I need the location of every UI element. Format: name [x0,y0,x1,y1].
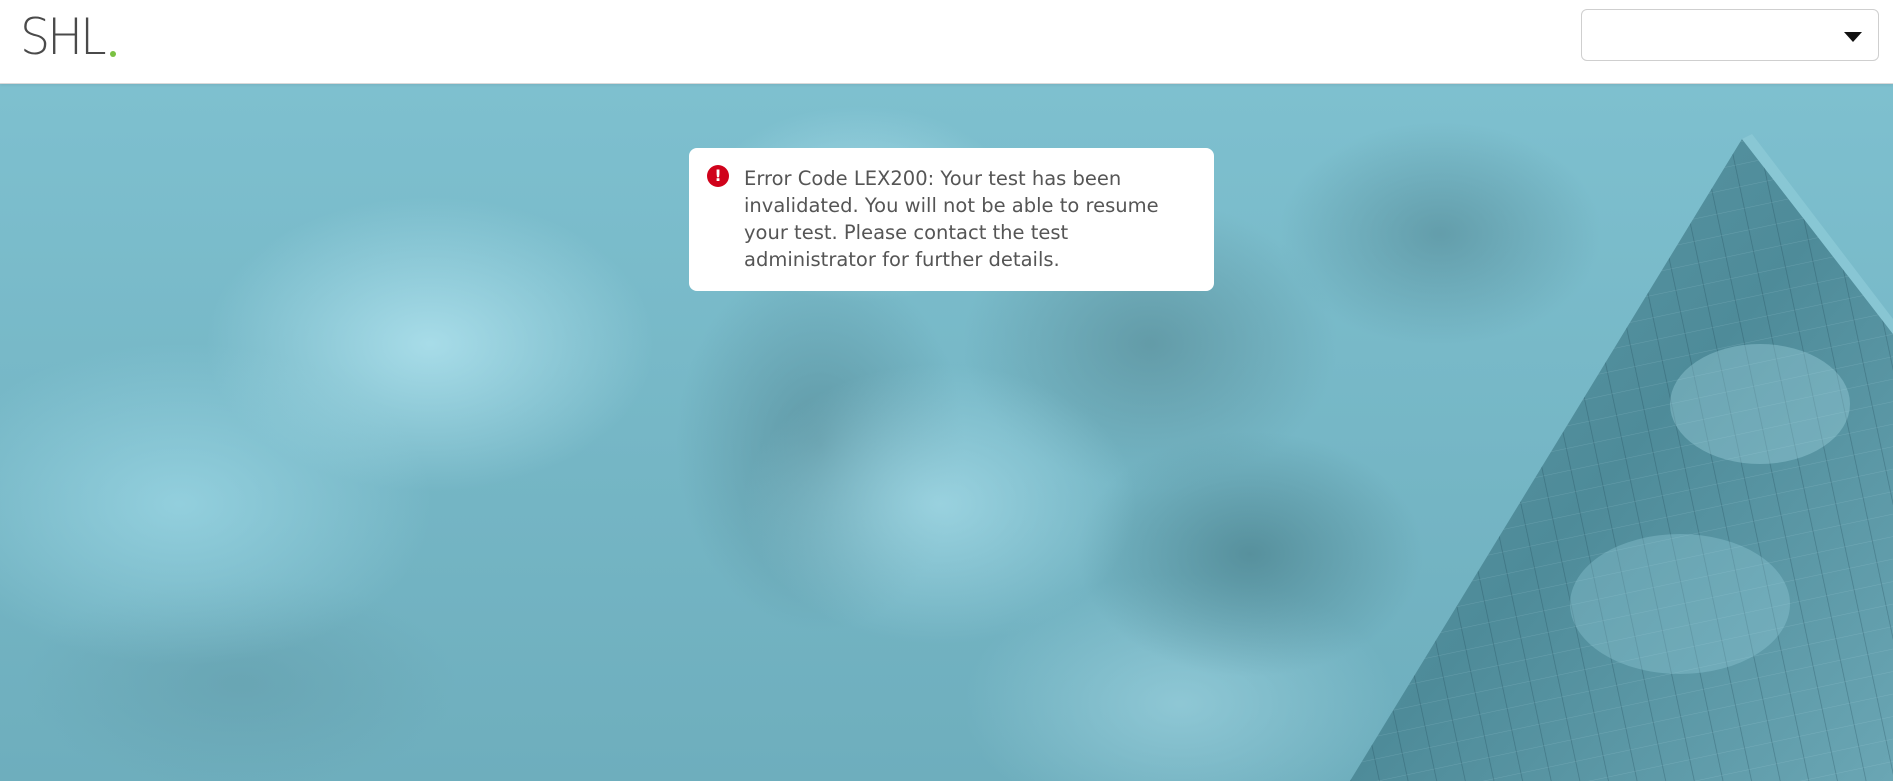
error-alert: ! Error Code LEX200: Your test has been … [689,148,1214,291]
top-header: SHL [0,0,1893,84]
error-message: Error Code LEX200: Your test has been in… [744,167,1159,271]
chevron-down-icon [1844,32,1862,42]
error-exclamation-icon: ! [707,165,729,187]
language-select[interactable] [1581,9,1879,61]
shl-logo: SHL [20,8,117,66]
page: SHL ! Error Code LEX200: Your test has b… [0,0,1893,781]
logo-dot [110,51,117,57]
logo-text: SHL [20,8,107,66]
